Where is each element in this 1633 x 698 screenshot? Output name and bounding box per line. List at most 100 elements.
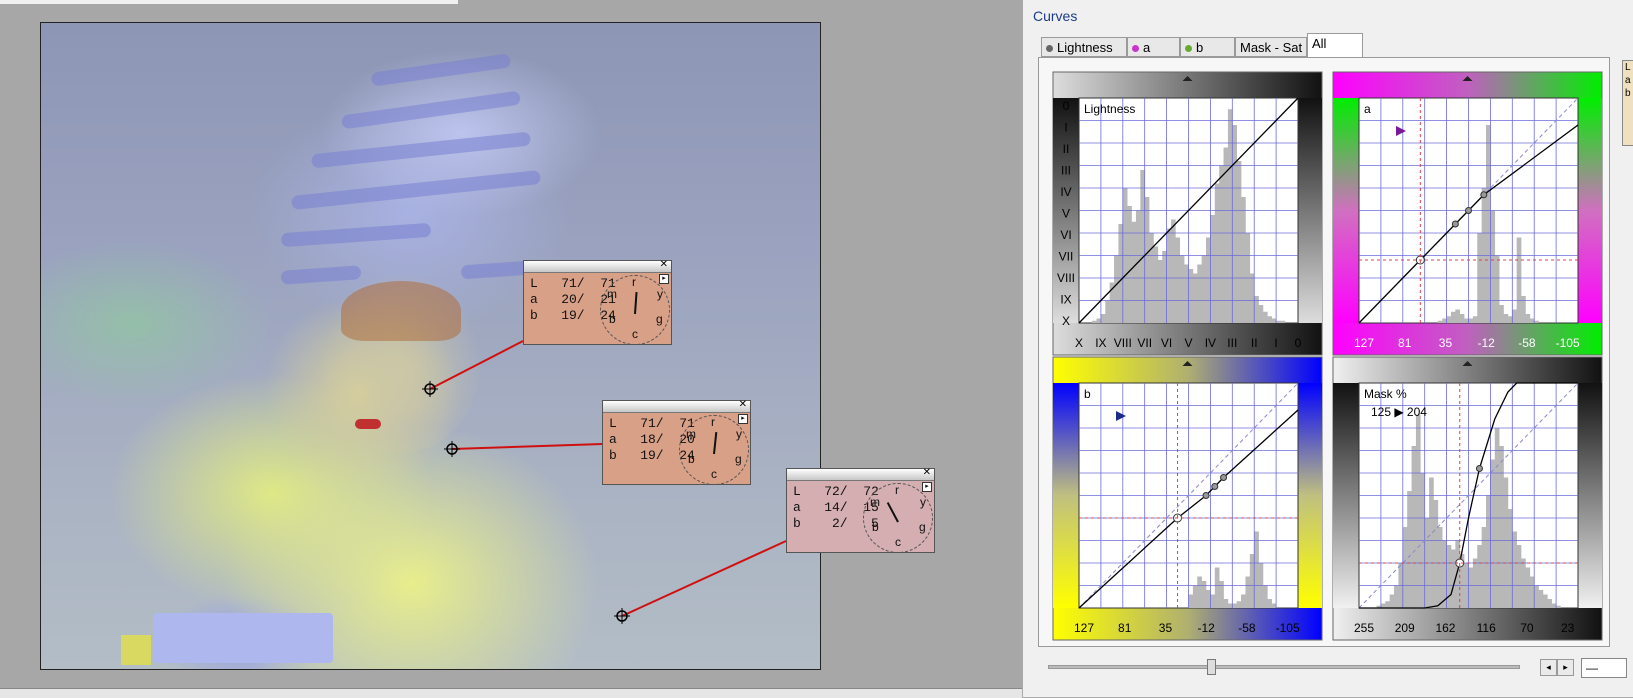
histogram-bar: [1551, 603, 1557, 608]
histogram-bar: [1516, 545, 1522, 608]
x-tick-label: 70: [1520, 621, 1534, 635]
histogram-bar: [1464, 318, 1469, 323]
chart-frame-left: [1053, 383, 1079, 608]
histogram-bar: [1389, 594, 1395, 608]
histogram-bar: [1499, 305, 1504, 323]
x-tick-label: III: [1227, 336, 1237, 350]
histogram-bar: [1459, 314, 1465, 323]
x-tick-label: -58: [1238, 621, 1256, 635]
histogram-bar: [1206, 590, 1211, 608]
histogram-bar: [1096, 318, 1102, 323]
histogram-bar: [1468, 318, 1474, 323]
x-tick-label: -12: [1198, 621, 1216, 635]
histogram-bar: [1162, 251, 1167, 323]
histogram-bar: [1262, 585, 1268, 608]
x-tick-label: 255: [1354, 621, 1374, 635]
control-point: [1220, 474, 1228, 481]
x-tick-label: 0: [1295, 336, 1302, 350]
histogram-bar: [1503, 314, 1509, 323]
histogram-bar: [1486, 495, 1491, 608]
histogram-bar: [1197, 264, 1202, 323]
histogram-bar: [1267, 599, 1273, 608]
histogram-bar: [1245, 576, 1251, 608]
chart-frame-right: [1298, 383, 1322, 608]
histogram-bar: [1179, 255, 1185, 323]
y-tick-label: I: [1064, 121, 1067, 135]
histogram-bar: [1236, 601, 1242, 608]
histogram-bar: [1446, 545, 1452, 608]
y-tick-label: V: [1062, 207, 1070, 221]
y-tick-label: VI: [1060, 228, 1071, 242]
histogram-bar: [1271, 318, 1277, 323]
histogram-bar: [1477, 545, 1482, 608]
histogram-bar: [1214, 183, 1220, 323]
histogram-bar: [1556, 605, 1561, 608]
chart-title: Mask %: [1364, 387, 1407, 401]
x-tick-label: 162: [1435, 621, 1455, 635]
control-point: [1211, 483, 1219, 490]
histogram-bar: [1525, 567, 1531, 608]
x-tick-label: VII: [1137, 336, 1152, 350]
histogram-bar: [1380, 603, 1386, 608]
histogram-bar: [1472, 316, 1478, 323]
histogram-bar: [1450, 311, 1456, 323]
chart-frame-right: [1578, 98, 1602, 323]
histogram-bar: [1114, 255, 1119, 323]
histogram-bar: [1415, 414, 1421, 608]
histogram-bar: [1258, 305, 1264, 323]
slider-track[interactable]: [1038, 659, 1528, 675]
histogram-bar: [1472, 558, 1478, 608]
histogram-bar: [1175, 237, 1181, 323]
histogram-bar: [1529, 318, 1535, 323]
histogram-bar: [1249, 273, 1255, 323]
histogram-bar: [1100, 314, 1106, 323]
histogram-bar: [1131, 221, 1137, 323]
x-tick-label: VI: [1161, 336, 1172, 350]
histogram-bar: [1254, 296, 1259, 323]
histogram-bar: [1437, 320, 1443, 323]
slider-thumb[interactable]: [1207, 659, 1216, 675]
chart-title: a: [1364, 102, 1371, 116]
histogram-bar: [1184, 264, 1189, 323]
histogram-bar: [1232, 603, 1237, 608]
curves-charts: LightnessX IX VIII VII VI V IV III II I 00IIIIIIIV…: [1052, 71, 1603, 641]
control-point: [1465, 207, 1472, 214]
chart-note: 125 ▶ 204: [1371, 405, 1427, 419]
histogram-bar: [1092, 320, 1097, 323]
histogram-bar: [1135, 210, 1141, 323]
histogram-bar: [1280, 320, 1286, 323]
scroll-left-button[interactable]: ◂: [1540, 659, 1557, 676]
histogram-bar: [1201, 255, 1207, 323]
y-tick-label: X: [1062, 314, 1070, 328]
x-tick-label: -12: [1478, 336, 1496, 350]
x-tick-label: -105: [1556, 336, 1580, 350]
histogram-bar: [1507, 316, 1513, 323]
histogram-bar: [1118, 224, 1124, 323]
histogram-bar: [1192, 273, 1198, 323]
control-point: [1480, 191, 1488, 199]
y-tick-label: VIII: [1057, 271, 1075, 285]
histogram-bar: [1442, 318, 1447, 323]
histogram-bar: [1105, 300, 1110, 323]
histogram-bar: [1166, 228, 1172, 323]
histogram-bar: [1227, 109, 1233, 323]
x-tick-label: IV: [1205, 336, 1216, 350]
histogram-bar: [1241, 594, 1246, 608]
x-tick-label: II: [1251, 336, 1258, 350]
histogram-bar: [1227, 603, 1233, 608]
x-tick-label: 209: [1395, 621, 1415, 635]
histogram-bar: [1437, 527, 1443, 608]
histogram-bar: [1534, 585, 1539, 608]
histogram-bar: [1210, 594, 1216, 608]
histogram-bar: [1394, 585, 1399, 608]
x-tick-label: VIII: [1114, 336, 1132, 350]
slider-value-field[interactable]: —: [1581, 658, 1627, 678]
histogram-bar: [1547, 599, 1553, 608]
scroll-right-button[interactable]: ▸: [1557, 659, 1574, 676]
y-tick-label: VII: [1059, 250, 1074, 264]
histogram-bar: [1525, 314, 1531, 323]
histogram-bar: [1254, 531, 1259, 608]
histogram-bar: [1188, 594, 1194, 608]
histogram-bar: [1219, 165, 1224, 323]
chart-title: b: [1084, 387, 1091, 401]
